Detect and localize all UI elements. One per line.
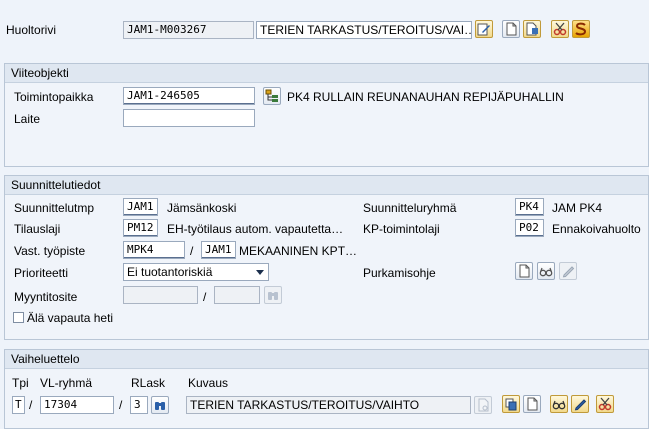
planning-plant-field[interactable]: JAM1 (123, 198, 158, 216)
priority-selected-value: Ei tuotantoriskiä (127, 265, 213, 279)
hierarchy-icon (265, 89, 278, 102)
task-list-group-field[interactable]: 17304 (40, 396, 114, 414)
pencil-icon (562, 266, 575, 278)
operation-separator-2: / (119, 398, 123, 412)
order-type-text: EH-työtilaus autom. vapautetta… (167, 222, 344, 236)
order-description-field[interactable]: TERIEN TARKASTUS/TEROITUS/VAI… (256, 21, 472, 39)
copy-icon (505, 398, 517, 411)
reference-object-frame: Viiteobjekti (4, 63, 649, 167)
functional-location-description: PK4 RULLAIN REUNANAUHAN REPIJÄPUHALLIN (287, 90, 564, 104)
create-document-button[interactable] (502, 20, 520, 38)
cut-button[interactable] (551, 20, 569, 38)
glasses-icon (552, 400, 566, 410)
planner-group-text: JAM PK4 (552, 201, 603, 215)
document-icon (527, 397, 538, 411)
operation-description-header: Kuvaus (188, 376, 229, 390)
equipment-field[interactable] (123, 109, 255, 127)
operation-description-field[interactable]: TERIEN TARKASTUS/TEROITUS/VAIHTO (186, 396, 471, 414)
scissors-icon (598, 397, 612, 411)
planning-plant-label: Suunnittelutmp (14, 201, 95, 215)
task-list-search-button[interactable] (151, 396, 169, 414)
work-center-field[interactable]: MPK4 (123, 241, 185, 259)
document-icon (506, 22, 517, 36)
sales-document-field[interactable] (123, 286, 198, 304)
operation-copy-button[interactable] (502, 395, 520, 413)
document-text-icon (478, 398, 489, 412)
planning-plant-text: Jämsänkoski (167, 201, 237, 215)
planner-group-label: Suunnitteluryhmä (363, 201, 457, 215)
work-center-plant-field[interactable]: JAM1 (201, 241, 236, 259)
operations-title: Vaiheluettelo (5, 350, 648, 369)
order-type-field[interactable]: PM12 (123, 219, 158, 237)
group-counter-header: RLask (131, 376, 166, 390)
disassembly-instruction-label: Purkamisohje (363, 266, 436, 280)
priority-label: Prioriteetti (14, 266, 69, 280)
operation-text-button[interactable] (474, 396, 492, 414)
functional-location-field[interactable]: JAM1-246505 (123, 87, 255, 105)
sales-document-label: Myyntitosite (14, 290, 78, 304)
pencil-icon (477, 23, 490, 36)
order-type-label: Tilauslaji (14, 222, 61, 236)
activity-type-label: KP-toimintolaji (363, 222, 440, 236)
operation-separator-1: / (29, 398, 33, 412)
order-number-field[interactable]: JAM1-M003267 (123, 21, 254, 39)
no-release-checkbox[interactable] (13, 312, 24, 323)
document-display-icon (526, 22, 538, 36)
change-instruction-button[interactable] (559, 262, 577, 280)
binoculars-icon (268, 292, 278, 300)
binoculars-icon (155, 402, 165, 410)
priority-dropdown[interactable]: Ei tuotantoriskiä (123, 263, 269, 281)
document-icon (519, 264, 530, 278)
chevron-down-icon (256, 270, 264, 275)
edit-long-text-button[interactable] (475, 20, 493, 38)
sales-document-separator: / (203, 290, 207, 304)
create-instruction-button[interactable] (515, 262, 533, 280)
activity-type-text: Ennakoivahuolto (552, 222, 641, 236)
operation-type-field[interactable]: T (12, 396, 25, 414)
equipment-label: Laite (14, 112, 41, 126)
work-center-label: Vast. työpiste (14, 244, 86, 258)
sales-document-item-field[interactable] (214, 286, 260, 304)
scissors-icon (553, 22, 567, 36)
operation-create-button[interactable] (523, 395, 541, 413)
no-release-label: Älä vapauta heti (27, 311, 114, 325)
pencil-icon (574, 399, 587, 411)
operation-change-button[interactable] (571, 395, 589, 413)
service-button[interactable] (572, 20, 590, 38)
location-structure-button[interactable] (263, 87, 281, 105)
group-counter-field[interactable]: 3 (130, 396, 148, 414)
sales-document-search-button[interactable] (264, 286, 282, 304)
planner-group-field[interactable]: PK4 (515, 198, 544, 216)
service-s-icon (575, 22, 587, 36)
operations-frame: Vaiheluettelo (4, 349, 649, 429)
work-center-separator: / (190, 244, 194, 258)
display-instruction-button[interactable] (537, 262, 555, 280)
display-document-button[interactable] (523, 20, 541, 38)
functional-location-label: Toimintopaikka (14, 90, 94, 104)
work-center-text: MEKAANINEN KPT… (239, 244, 358, 258)
operation-display-button[interactable] (550, 395, 568, 413)
order-label: Huoltorivi (6, 23, 57, 37)
reference-object-title: Viiteobjekti (5, 64, 648, 83)
task-list-group-header: VL-ryhmä (40, 376, 93, 390)
planning-data-title: Suunnittelutiedot (5, 176, 648, 195)
operation-type-header: Tpi (12, 376, 29, 390)
activity-type-field[interactable]: P02 (515, 219, 544, 237)
operation-cut-button[interactable] (596, 395, 614, 413)
glasses-icon (539, 267, 553, 277)
